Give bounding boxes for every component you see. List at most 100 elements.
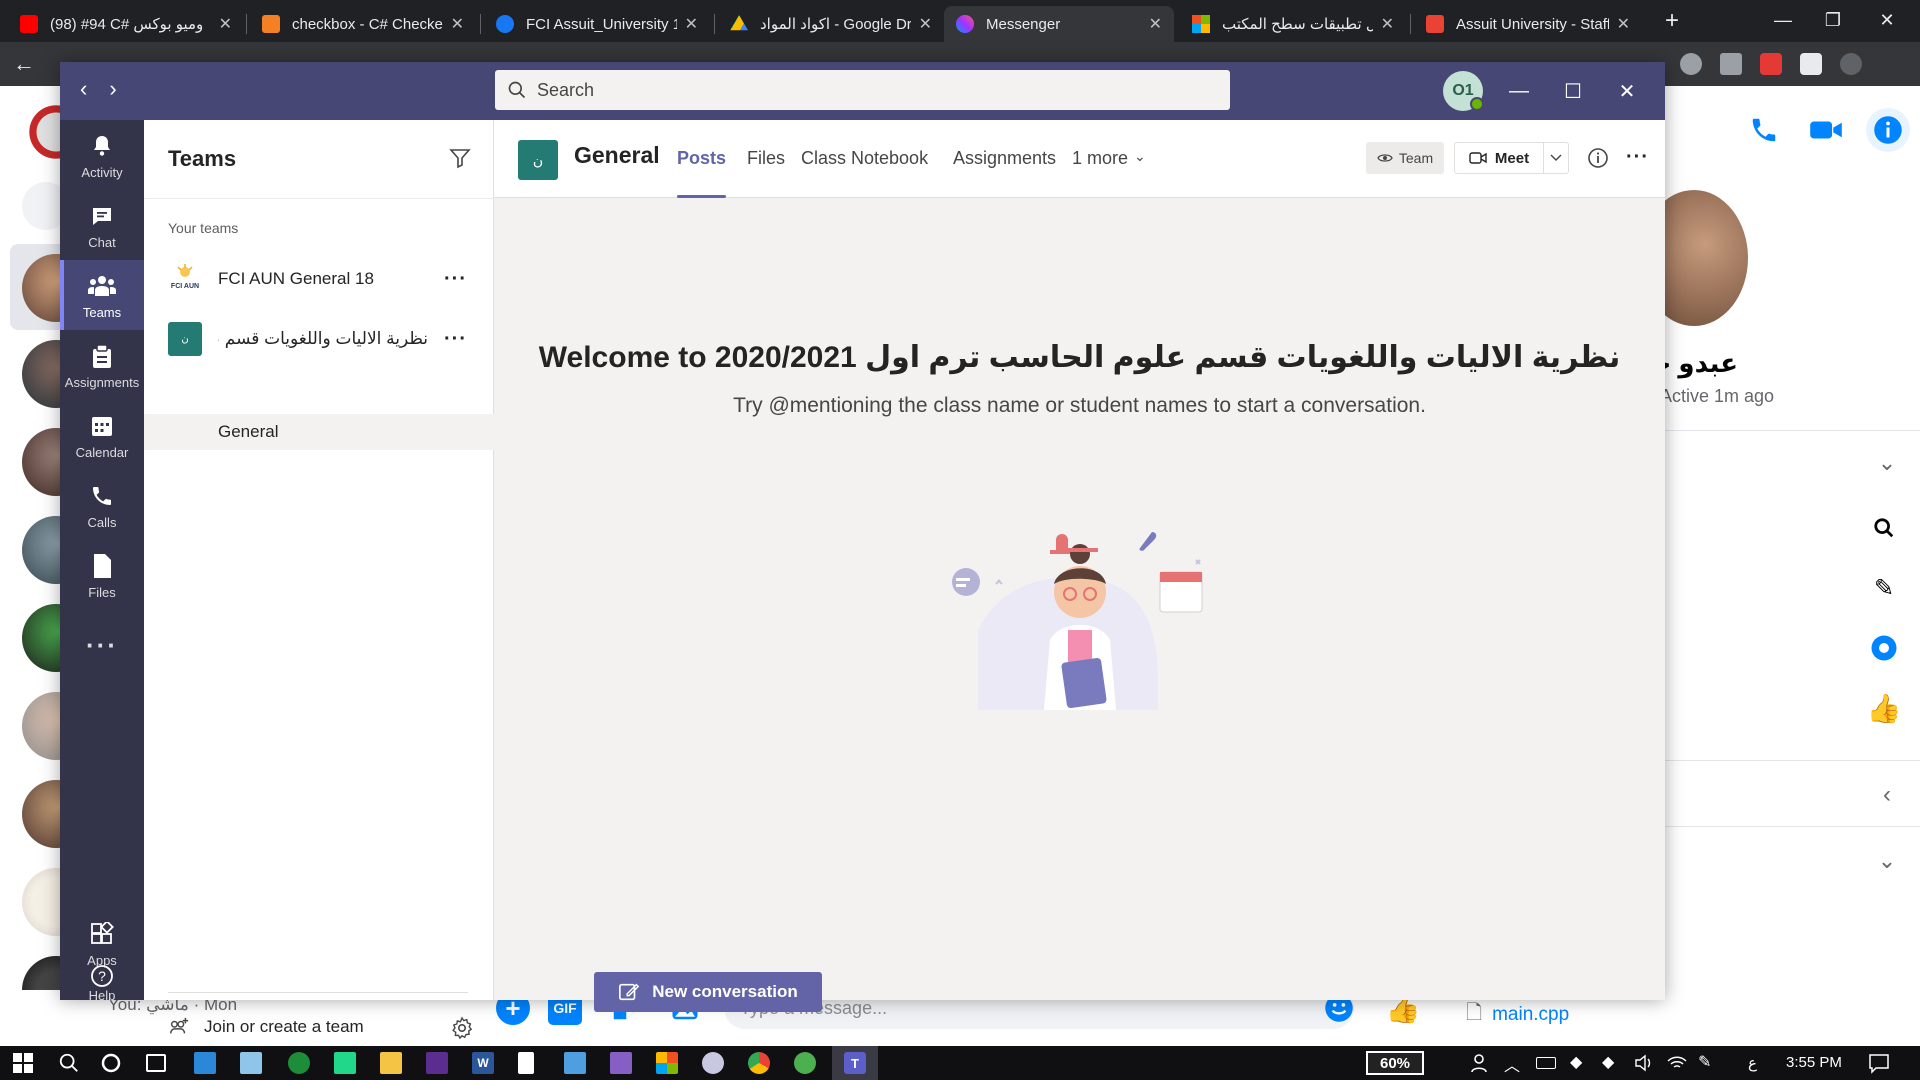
info-icon[interactable] (1586, 146, 1610, 170)
close-icon[interactable]: ✕ (1617, 14, 1630, 34)
app-icon[interactable] (794, 1052, 816, 1074)
close-icon[interactable]: ✕ (219, 14, 232, 34)
close-icon[interactable]: ✕ (1610, 74, 1644, 108)
more-options-icon[interactable]: ··· (444, 328, 467, 351)
word-icon[interactable]: W (472, 1052, 494, 1074)
video-call-icon[interactable] (1806, 110, 1846, 150)
restore-icon[interactable]: ❐ (1810, 6, 1856, 34)
browser-tab[interactable]: checkbox - C# Checked ✕ (250, 6, 476, 42)
clock[interactable]: 3:55 PM (1786, 1054, 1842, 1071)
mail-icon[interactable] (194, 1052, 216, 1074)
join-create-team-button[interactable]: Join or create a team (168, 1016, 364, 1038)
chevron-up-icon[interactable]: ︿ (1504, 1052, 1526, 1075)
more-apps-icon[interactable]: ··· (60, 610, 144, 680)
filter-icon[interactable] (448, 146, 474, 172)
browser-tab[interactable]: اكواد المواد - Google Drive ✕ (718, 6, 944, 42)
chevron-down-icon[interactable] (1543, 142, 1569, 174)
new-tab-button[interactable]: + (1657, 6, 1687, 36)
pycharm-icon[interactable] (334, 1052, 356, 1074)
team-item-fci-aun[interactable]: FCI AUN FCI AUN General 18 ··· (144, 254, 494, 304)
volume-icon[interactable] (1634, 1052, 1656, 1074)
rail-item-activity[interactable]: Activity (60, 120, 144, 190)
app-icon[interactable] (240, 1052, 262, 1074)
chevron-down-icon[interactable]: ⌄ (1872, 448, 1902, 478)
browser-tab-active[interactable]: Messenger ✕ (944, 6, 1174, 42)
close-icon[interactable]: ✕ (1381, 14, 1394, 34)
team-button[interactable]: Team (1366, 142, 1444, 174)
close-icon[interactable]: ✕ (919, 14, 932, 34)
search-icon[interactable] (58, 1052, 80, 1074)
more-options-icon[interactable]: ··· (1626, 146, 1650, 170)
menu-kebab-icon[interactable] (1880, 53, 1888, 75)
close-icon[interactable]: ✕ (1149, 14, 1162, 34)
tab-more[interactable]: 1 more ⌄ (1072, 148, 1146, 198)
tab-assignments[interactable]: Assignments (953, 148, 1056, 198)
dropbox-icon[interactable]: ◆ (1570, 1052, 1592, 1074)
notepad-icon[interactable] (518, 1052, 534, 1074)
edit-nickname-icon[interactable]: ✎ (1864, 568, 1904, 608)
info-icon[interactable] (1866, 108, 1910, 152)
search-input[interactable]: Search (495, 70, 1230, 110)
rail-item-assignments[interactable]: Assignments (60, 330, 144, 400)
puzzle-icon[interactable] (1800, 53, 1822, 75)
search-icon[interactable] (1864, 508, 1904, 548)
rail-item-calls[interactable]: Calls (60, 470, 144, 540)
minimize-icon[interactable]: — (1502, 74, 1536, 108)
team-item-automata[interactable]: ن نظرية الاليات واللغويات قسم علوم الحاس… (144, 314, 494, 364)
meet-button[interactable]: Meet (1454, 142, 1544, 174)
3d-icon[interactable] (564, 1052, 586, 1074)
tab-posts[interactable]: Posts (677, 148, 727, 198)
tab-class-notebook[interactable]: Class Notebook (801, 148, 928, 198)
thumbs-up-icon[interactable]: 👍 (1864, 688, 1904, 728)
chevron-left-icon[interactable]: ‹ (1872, 780, 1902, 810)
extension-globe-icon[interactable] (1680, 53, 1702, 75)
rail-item-chat[interactable]: Chat (60, 190, 144, 260)
new-conversation-button[interactable]: New conversation (594, 972, 822, 1012)
theme-color-icon[interactable] (1864, 628, 1904, 668)
rail-item-teams[interactable]: Teams (60, 260, 144, 330)
edge-icon[interactable] (288, 1052, 310, 1074)
chevron-down-icon[interactable]: ⌄ (1872, 846, 1902, 876)
close-icon[interactable]: ✕ (451, 14, 464, 34)
back-arrow-icon[interactable]: ‹ (80, 76, 87, 102)
visual-studio-icon[interactable] (610, 1052, 632, 1074)
media-icon[interactable] (426, 1052, 448, 1074)
maximize-icon[interactable]: ☐ (1556, 74, 1590, 108)
back-arrow-icon[interactable]: ← (10, 50, 38, 78)
phone-icon[interactable] (1744, 110, 1784, 150)
chrome-icon[interactable] (748, 1052, 770, 1074)
tab-files[interactable]: Files (747, 148, 785, 198)
store-icon[interactable] (656, 1052, 678, 1074)
more-options-icon[interactable]: ··· (444, 268, 467, 291)
keyboard-icon[interactable] (1702, 1052, 1724, 1074)
minimize-icon[interactable]: — (1760, 6, 1806, 34)
app-icon[interactable] (702, 1052, 724, 1074)
browser-tab[interactable]: FCI Assuit_University 18 ✕ (484, 6, 710, 42)
input-language[interactable]: ع (1748, 1054, 1757, 1072)
teams-taskbar-active[interactable]: T (832, 1046, 878, 1080)
battery-icon[interactable] (1536, 1057, 1556, 1069)
dropbox-icon[interactable]: ◆ (1602, 1052, 1624, 1074)
rail-item-files[interactable]: Files (60, 540, 144, 610)
task-view-icon[interactable] (146, 1054, 166, 1072)
cortana-icon[interactable] (100, 1052, 122, 1074)
browser-tab[interactable]: (98) #94 C# وميو بوكس ✕ (8, 6, 244, 42)
channel-item-general[interactable]: General (144, 414, 494, 450)
notification-icon[interactable] (1868, 1052, 1890, 1074)
close-icon[interactable]: ✕ (685, 14, 698, 34)
forward-arrow-icon[interactable]: › (109, 76, 116, 102)
browser-tab[interactable]: تنزيل تطبيقات سطح المكتب ✕ (1180, 6, 1406, 42)
download-icon[interactable] (1720, 53, 1742, 75)
settings-gear-icon[interactable] (450, 1016, 474, 1040)
extension-icon[interactable] (1760, 53, 1782, 75)
windows-start-icon[interactable] (12, 1052, 34, 1074)
battery-indicator[interactable]: 60% (1366, 1051, 1424, 1075)
people-icon[interactable] (1470, 1052, 1492, 1074)
close-icon[interactable]: ✕ (1864, 6, 1910, 34)
profile-avatar[interactable] (1840, 53, 1862, 75)
browser-tab[interactable]: Assuit University - Staff ✕ (1414, 6, 1642, 42)
rail-item-calendar[interactable]: Calendar (60, 400, 144, 470)
rail-item-help[interactable]: ? Help (60, 964, 144, 1003)
shared-file-link[interactable]: 🗋 main.cpp (1466, 998, 1569, 1032)
folder-icon[interactable] (380, 1052, 402, 1074)
